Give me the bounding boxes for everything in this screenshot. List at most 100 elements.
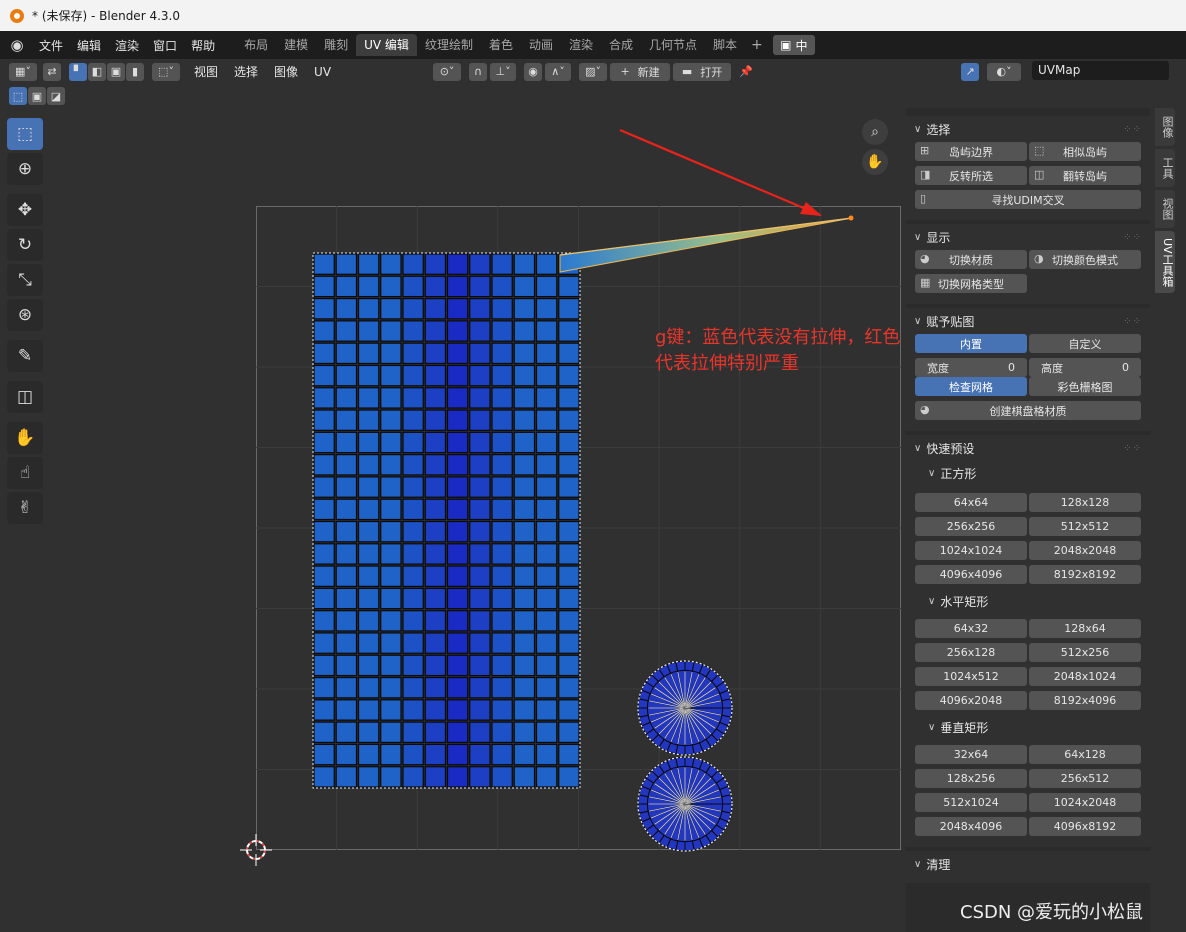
preset-button[interactable]: 4096x2048 bbox=[915, 691, 1027, 710]
uv-face bbox=[313, 565, 335, 587]
island-border-button[interactable]: ⊞ 岛屿边界 bbox=[915, 142, 1027, 161]
preset-button[interactable]: 1024x2048 bbox=[1029, 793, 1141, 812]
builtin-toggle[interactable]: 内置 bbox=[915, 334, 1027, 353]
toggle-color-mode-button[interactable]: ◑ 切换颜色模式 bbox=[1029, 250, 1141, 269]
uv-face bbox=[335, 342, 358, 365]
preset-button[interactable]: 1024x1024 bbox=[915, 541, 1027, 560]
preset-button[interactable]: 1024x512 bbox=[915, 667, 1027, 686]
subsection-vertical[interactable]: ∨ 垂直矩形 bbox=[906, 715, 1150, 739]
checker-grid-toggle[interactable]: 检查网格 bbox=[915, 377, 1027, 396]
uv-face bbox=[446, 766, 469, 788]
preset-button[interactable]: 512x256 bbox=[1029, 643, 1141, 662]
preset-button[interactable]: 256x512 bbox=[1029, 769, 1141, 788]
custom-toggle[interactable]: 自定义 bbox=[1029, 334, 1141, 353]
create-checker-material-button[interactable]: ◕ 创建棋盘格材质 bbox=[915, 401, 1141, 420]
preset-button[interactable]: 2048x2048 bbox=[1029, 541, 1141, 560]
preset-button[interactable]: 128x128 bbox=[1029, 493, 1141, 512]
find-udim-button[interactable]: ▯ 寻找UDIM交叉 bbox=[915, 190, 1141, 209]
tab-view[interactable]: 视图 bbox=[1155, 190, 1175, 228]
flip-island-button[interactable]: ◫ 翻转岛屿 bbox=[1029, 166, 1141, 185]
preset-button[interactable]: 8192x8192 bbox=[1029, 565, 1141, 584]
preset-button[interactable]: 128x256 bbox=[915, 769, 1027, 788]
uv-face bbox=[469, 476, 491, 498]
uv-face bbox=[313, 253, 335, 275]
uv-face bbox=[424, 743, 447, 766]
uv-face bbox=[558, 431, 580, 454]
uv-face bbox=[513, 543, 536, 565]
tab-image[interactable]: 图像 bbox=[1155, 108, 1175, 146]
subsection-square[interactable]: ∨ 正方形 bbox=[906, 461, 1150, 485]
width-field[interactable]: 宽度 0 bbox=[915, 358, 1027, 377]
uv-face bbox=[380, 364, 402, 387]
preset-button[interactable]: 8192x4096 bbox=[1029, 691, 1141, 710]
drag-grip-icon[interactable]: ⁘⁘ bbox=[1123, 124, 1142, 135]
uv-face bbox=[446, 543, 469, 565]
preset-button[interactable]: 256x128 bbox=[915, 643, 1027, 662]
color-grid-toggle[interactable]: 彩色栅格图 bbox=[1029, 377, 1141, 396]
uv-face bbox=[491, 520, 513, 543]
height-field[interactable]: 高度 0 bbox=[1029, 358, 1141, 377]
section-header-presets[interactable]: ∨ 快速预设 ⁘⁘ bbox=[906, 435, 1150, 461]
uv-face bbox=[513, 766, 536, 788]
2d-cursor-icon[interactable] bbox=[240, 834, 272, 866]
uv-face bbox=[313, 364, 335, 387]
uv-face bbox=[357, 565, 380, 587]
uv-face bbox=[469, 320, 491, 342]
uv-cap-islands[interactable] bbox=[637, 660, 733, 852]
section-header-display[interactable]: ∨ 显示 ⁘⁘ bbox=[906, 224, 1150, 250]
preset-button[interactable]: 64x32 bbox=[915, 619, 1027, 638]
invert-select-button[interactable]: ◨ 反转所选 bbox=[915, 166, 1027, 185]
uv-face bbox=[491, 654, 513, 677]
uv-face bbox=[424, 364, 447, 387]
uv-face bbox=[424, 610, 447, 632]
preset-button[interactable]: 2048x4096 bbox=[915, 817, 1027, 836]
section-header-select[interactable]: ∨ 选择 ⁘⁘ bbox=[906, 116, 1150, 142]
uv-face bbox=[313, 520, 335, 543]
chevron-down-icon: ∨ bbox=[928, 467, 936, 479]
pan-hand-icon[interactable]: ✋ bbox=[862, 149, 888, 175]
drag-grip-icon[interactable]: ⁘⁘ bbox=[1123, 232, 1142, 243]
uv-face bbox=[491, 498, 513, 521]
preset-button[interactable]: 4096x8192 bbox=[1029, 817, 1141, 836]
uv-face bbox=[380, 275, 402, 298]
zoom-icon[interactable]: ⌕ bbox=[862, 119, 888, 145]
uv-face bbox=[380, 721, 402, 744]
uv-face bbox=[469, 454, 491, 476]
section-header-assign[interactable]: ∨ 赋予贴图 ⁘⁘ bbox=[906, 308, 1150, 334]
uv-face bbox=[535, 543, 558, 565]
similar-island-button[interactable]: ⬚ 相似岛屿 bbox=[1029, 142, 1141, 161]
uv-island-grid[interactable] bbox=[312, 252, 581, 789]
tab-uv-toolkit[interactable]: UV工具箱 bbox=[1155, 231, 1175, 293]
uv-face bbox=[558, 275, 580, 298]
toggle-grid-type-button[interactable]: ▦ 切换网格类型 bbox=[915, 274, 1027, 293]
subsection-horizontal[interactable]: ∨ 水平矩形 bbox=[906, 589, 1150, 613]
uv-face bbox=[491, 431, 513, 454]
preset-button[interactable]: 128x64 bbox=[1029, 619, 1141, 638]
preset-button[interactable]: 512x1024 bbox=[915, 793, 1027, 812]
uv-face bbox=[335, 565, 358, 587]
selected-vertex[interactable] bbox=[848, 215, 854, 221]
preset-button[interactable]: 64x128 bbox=[1029, 745, 1141, 764]
uv-face bbox=[335, 498, 358, 521]
stretched-face[interactable] bbox=[559, 217, 853, 273]
uv-face bbox=[380, 520, 402, 543]
preset-button[interactable]: 512x512 bbox=[1029, 517, 1141, 536]
preset-button[interactable]: 2048x1024 bbox=[1029, 667, 1141, 686]
section-header-clean[interactable]: ∨ 清理 bbox=[906, 851, 1150, 877]
preset-button[interactable]: 4096x4096 bbox=[915, 565, 1027, 584]
preset-button[interactable]: 64x64 bbox=[915, 493, 1027, 512]
uv-face bbox=[357, 610, 380, 632]
uv-face bbox=[491, 543, 513, 565]
uv-face bbox=[491, 409, 513, 431]
uv-face bbox=[513, 587, 536, 610]
preset-button[interactable]: 32x64 bbox=[915, 745, 1027, 764]
preset-button[interactable]: 256x256 bbox=[915, 517, 1027, 536]
grid-type-icon: ▦ bbox=[920, 276, 931, 289]
drag-grip-icon[interactable]: ⁘⁘ bbox=[1123, 443, 1142, 454]
drag-grip-icon[interactable]: ⁘⁘ bbox=[1123, 316, 1142, 327]
uv-face bbox=[446, 364, 469, 387]
tab-tool[interactable]: 工具 bbox=[1155, 149, 1175, 187]
uv-face bbox=[535, 520, 558, 543]
uv-face bbox=[402, 320, 424, 342]
toggle-material-button[interactable]: ◕ 切换材质 bbox=[915, 250, 1027, 269]
